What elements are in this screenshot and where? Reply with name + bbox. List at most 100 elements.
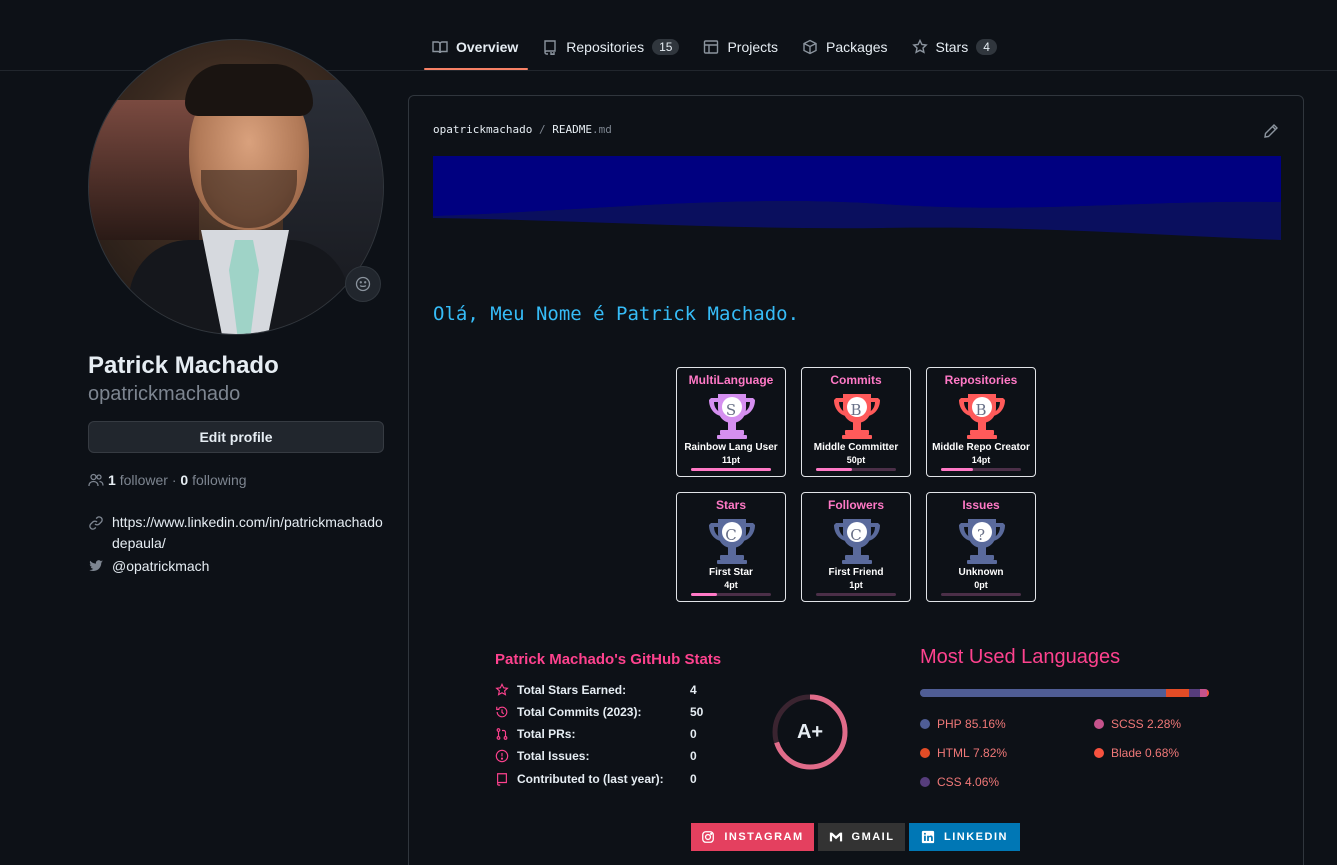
stat-issues: Total Issues: 0 xyxy=(495,748,715,764)
trophy-points: 50pt xyxy=(846,455,866,465)
trophy-rank: B xyxy=(975,401,987,419)
package-icon xyxy=(803,39,817,55)
language-percent: 0.68% xyxy=(1145,746,1180,760)
readme-owner-link[interactable]: opatrickmachado xyxy=(433,123,532,136)
book-icon xyxy=(432,41,448,54)
history-icon xyxy=(496,706,508,718)
trophy-points: 4pt xyxy=(724,580,738,590)
language-color-dot xyxy=(1094,748,1104,758)
following-count[interactable]: 0 xyxy=(180,472,188,488)
readme-file-extension: .md xyxy=(591,123,612,136)
trophy-name: Unknown xyxy=(958,567,1004,578)
trophy-progress-bar xyxy=(691,468,771,471)
stats-card-title: Patrick Machado's GitHub Stats xyxy=(495,651,722,668)
language-name: PHP xyxy=(937,717,962,731)
gmail-badge[interactable]: GMAIL xyxy=(818,823,905,851)
issue-icon xyxy=(495,749,509,763)
tab-packages[interactable]: Packages xyxy=(794,24,897,70)
twitter-handle[interactable]: @opatrickmach xyxy=(112,558,209,574)
stat-value: 0 xyxy=(690,727,697,741)
language-bar-segment xyxy=(1166,689,1189,697)
language-percent: 4.06% xyxy=(965,775,1000,789)
people-icon xyxy=(88,473,104,487)
trophy-name: First Friend xyxy=(828,567,884,578)
languages-card-title: Most Used Languages xyxy=(920,646,1121,668)
profile-full-name: Patrick Machado xyxy=(88,352,279,379)
stat-stars: Total Stars Earned: 4 xyxy=(495,682,715,698)
grade-label: A+ xyxy=(796,721,824,743)
following-link[interactable]: following xyxy=(192,472,246,488)
smiley-icon xyxy=(355,276,371,292)
trophy-progress-fill xyxy=(691,468,771,471)
stat-value: 0 xyxy=(690,772,697,786)
trophy-card: Issues? Unknown 0pt xyxy=(926,492,1036,602)
stat-label: Contributed to (last year): xyxy=(517,772,664,786)
stat-commits: Total Commits (2023): 50 xyxy=(495,704,715,720)
trophy-name: Middle Repo Creator xyxy=(932,442,1030,453)
tab-list: Overview Repositories 15 Projects Packag… xyxy=(424,24,1013,70)
language-name: Blade xyxy=(1111,746,1142,760)
star-icon xyxy=(495,683,509,696)
tab-label: Stars xyxy=(935,39,969,55)
pencil-icon[interactable] xyxy=(1263,123,1279,139)
trophy-points: 0pt xyxy=(974,580,988,590)
trophy-points: 11pt xyxy=(721,455,740,465)
stat-label: Total PRs: xyxy=(517,727,576,741)
website-link[interactable]: https://www.linkedin.com/in/patrickmacha… xyxy=(112,512,388,554)
language-color-dot xyxy=(920,777,930,787)
tab-label: Projects xyxy=(727,39,779,55)
trophy-rank: B xyxy=(850,401,862,419)
edit-profile-button[interactable]: Edit profile xyxy=(88,421,384,453)
instagram-badge[interactable]: INSTAGRAM xyxy=(691,823,814,851)
star-icon xyxy=(911,39,928,54)
trophy-card: MultiLanguage S Rainbow Lang User 11pt xyxy=(676,367,786,477)
repo-icon xyxy=(497,773,507,786)
language-color-dot xyxy=(1094,719,1104,729)
stat-label: Total Issues: xyxy=(517,749,590,763)
language-item: Blade 0.68% xyxy=(1094,746,1179,760)
trophy-rank: C xyxy=(850,526,862,544)
pull-request-icon xyxy=(496,728,508,740)
avatar-background xyxy=(89,100,199,240)
twitter-icon xyxy=(89,560,103,572)
table-icon xyxy=(704,40,719,54)
trophy-title: Stars xyxy=(715,498,747,512)
followers-count[interactable]: 1 xyxy=(108,472,116,488)
avatar[interactable] xyxy=(88,39,384,335)
follow-stats: 1 follower · 0 following xyxy=(88,472,247,488)
language-name: CSS xyxy=(937,775,962,789)
trophy-progress-bar xyxy=(941,468,1021,471)
linkedin-badge[interactable]: LINKEDIN xyxy=(909,823,1020,851)
profile-username: opatrickmachado xyxy=(88,383,241,405)
stat-value: 0 xyxy=(690,749,697,763)
followers-link[interactable]: follower xyxy=(120,472,168,488)
stat-label: Total Commits (2023): xyxy=(517,705,642,719)
language-percent: 85.16% xyxy=(965,717,1006,731)
language-bar-segment xyxy=(1188,689,1201,697)
badge-label: LINKEDIN xyxy=(944,831,1008,843)
tab-stars[interactable]: Stars 4 xyxy=(904,24,1007,70)
trophy-title: MultiLanguage xyxy=(688,373,774,387)
repo-icon xyxy=(544,40,556,55)
tab-projects[interactable]: Projects xyxy=(695,24,788,70)
avatar-hair xyxy=(185,64,313,116)
language-percent: 7.82% xyxy=(973,746,1008,760)
set-status-button[interactable] xyxy=(345,266,381,302)
gmail-icon xyxy=(829,832,842,842)
stat-prs: Total PRs: 0 xyxy=(495,726,715,742)
trophy-title: Followers xyxy=(827,498,884,512)
language-name: HTML xyxy=(937,746,970,760)
trophy-progress-fill xyxy=(816,468,852,471)
trophy-progress-fill xyxy=(691,593,718,596)
tab-overview[interactable]: Overview xyxy=(424,24,529,70)
language-color-dot xyxy=(920,719,930,729)
language-item: CSS 4.06% xyxy=(920,775,999,789)
language-percent: 2.28% xyxy=(1147,717,1182,731)
readme-greeting: Olá, Meu Nome é Patrick Machado. xyxy=(433,303,800,325)
tab-repositories[interactable]: Repositories 15 xyxy=(534,24,689,70)
trophy-progress-bar xyxy=(816,468,896,471)
trophy-points: 14pt xyxy=(971,455,991,465)
badge-label: GMAIL xyxy=(851,831,895,843)
header-banner xyxy=(433,156,1281,240)
readme-file-link[interactable]: README xyxy=(552,123,592,136)
